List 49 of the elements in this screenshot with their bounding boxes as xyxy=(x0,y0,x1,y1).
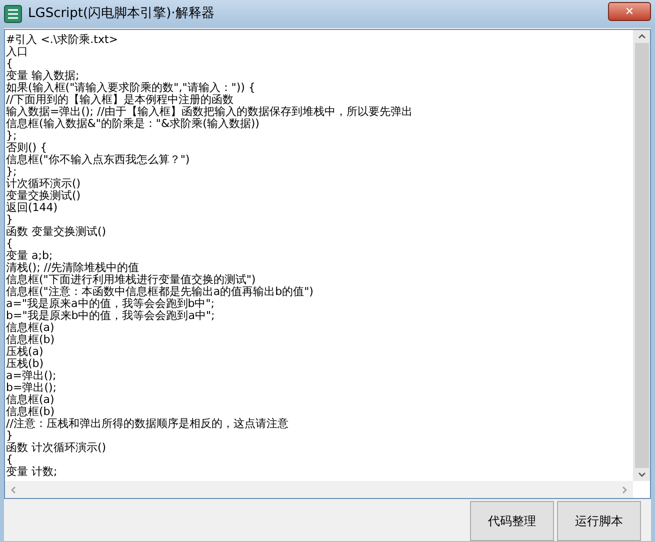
scroll-right-icon[interactable] xyxy=(622,486,627,494)
scroll-down-icon[interactable] xyxy=(638,472,646,477)
action-button[interactable]: 运行脚本 xyxy=(557,501,641,541)
code-line: { xyxy=(6,238,13,250)
code-line: 函数 变量交换测试() xyxy=(6,226,108,238)
code-line: 计次循环演示() xyxy=(6,178,82,190)
code-line: 信息框("下面进行利用堆栈进行变量值交换的测试") xyxy=(6,274,257,286)
code-line: b="我是原来b中的值，我等会会跑到a中"; xyxy=(6,310,216,322)
code-line: a="我是原来a中的值，我等会会跑到b中"; xyxy=(6,298,216,310)
code-line: { xyxy=(6,454,13,466)
code-line: }; xyxy=(6,130,18,142)
code-line: 变量交换测试() xyxy=(6,190,82,202)
code-line: }; xyxy=(6,166,18,178)
code-line: { xyxy=(6,58,13,70)
app-icon xyxy=(4,5,22,23)
code-line: } xyxy=(6,214,14,226)
code-line: 如果(输入框("请输入要求阶乘的数","请输入：")) { xyxy=(6,82,256,94)
scroll-left-icon[interactable] xyxy=(11,486,16,494)
code-line: 压栈(a) xyxy=(6,346,44,358)
code-line: 压栈(b) xyxy=(6,358,45,370)
code-line: 信息框(b) xyxy=(6,406,56,418)
code-line: 变量 计数; xyxy=(6,466,58,478)
code-line: 入口 xyxy=(6,46,29,58)
code-line: 否则() { xyxy=(6,142,48,154)
code-editor[interactable] xyxy=(4,29,651,499)
code-line: 变量 a;b; xyxy=(6,250,54,262)
code-line: 返回(144) xyxy=(6,202,59,214)
code-line: 输入数据=弹出(); //由于【输入框】函数把输入的数据保存到堆栈中，所以要先弹出 xyxy=(6,106,414,118)
code-line: #引入 <.\求阶乘.txt> xyxy=(6,34,119,46)
action-button[interactable]: 代码整理 xyxy=(470,501,554,541)
code-line: 信息框(a) xyxy=(6,322,56,334)
code-line: a=弹出(); xyxy=(6,370,58,382)
vertical-scrollbar[interactable] xyxy=(633,30,650,481)
code-line: //注意：压栈和弹出所得的数据顺序是相反的，这点请注意 xyxy=(6,418,290,430)
code-line: 信息框(a) xyxy=(6,394,56,406)
code-line: 清栈(); //先清除堆栈中的值 xyxy=(6,262,140,274)
code-line: 信息框("注意：本函数中信息框都是先输出a的值再输出b的值") xyxy=(6,286,314,298)
code-line: 信息框(输入数据&"的阶乘是："&求阶乘(输入数据)) xyxy=(6,118,260,130)
code-line: 信息框(b) xyxy=(6,334,56,346)
code-line: } xyxy=(6,430,14,442)
window-title: LGScript(闪电脚本引擎)·解释器 xyxy=(28,5,214,24)
code-line: //下面用到的【输入框】是本例程中注册的函数 xyxy=(6,94,234,106)
code-line: 信息框("你不输入点东西我怎么算？") xyxy=(6,154,191,166)
code-line: 变量 输入数据; xyxy=(6,70,80,82)
code-line: 函数 计次循环演示() xyxy=(6,442,108,454)
horizontal-scrollbar[interactable] xyxy=(5,481,633,498)
code-line: b=弹出(); xyxy=(6,382,58,394)
scrollbar-thumb[interactable] xyxy=(634,43,648,468)
scroll-up-icon[interactable] xyxy=(638,34,646,39)
